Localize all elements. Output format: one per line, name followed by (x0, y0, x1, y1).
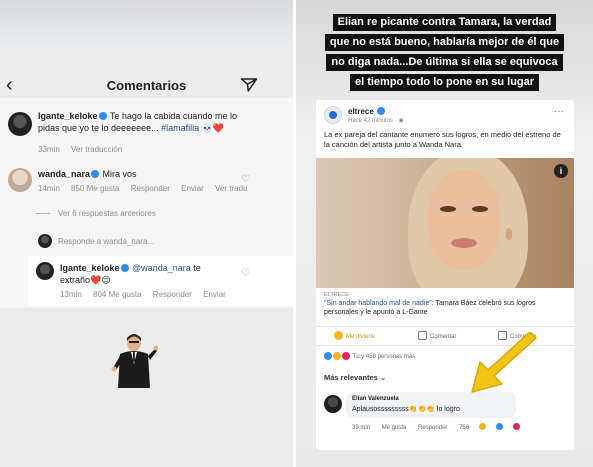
yellow-arrow-sticker (471, 332, 537, 393)
link-headline[interactable]: "Sin andar hablando mal de nadie": Tamar… (324, 299, 564, 317)
reply-link[interactable]: Responder (153, 290, 192, 299)
likes-count[interactable]: 804 Me gusta (93, 290, 141, 299)
comment-text: te (193, 263, 201, 273)
caption-line: el tiempo todo lo pone en su lugar (349, 74, 540, 91)
post-image[interactable]: i (316, 158, 574, 288)
link-source: ELTRECE (324, 292, 349, 298)
sort-dropdown[interactable]: Más relevantes ⌄ (324, 373, 386, 382)
reply-comment: lgante_keloke @wanda_nara te extraño❤️😔 … (28, 256, 293, 306)
like-reaction-icon (496, 423, 504, 430)
comment-emoji: 💀❤️ (201, 123, 225, 133)
comment-meta: 13min 804 Me gusta Responder Enviar (60, 290, 235, 299)
comment-body: wanda_nara Mira vos (38, 168, 248, 180)
more-options-icon[interactable]: ··· (554, 106, 564, 117)
verified-icon (91, 170, 100, 178)
comment-text-2: extraño❤️😔 (60, 275, 111, 285)
comment-time: 39 min (352, 425, 371, 431)
comment-username[interactable]: wanda_nara (38, 169, 90, 179)
page-logo-icon[interactable] (324, 106, 342, 124)
comment-username[interactable]: lgante_keloke (60, 263, 120, 273)
avatar (38, 234, 52, 248)
replies-divider (36, 213, 50, 214)
react-button[interactable]: Me divierte (334, 331, 375, 340)
status-bar-area (0, 0, 293, 52)
comment-time: 13min (60, 290, 82, 299)
laugh-icon (334, 331, 343, 340)
love-reaction-icon (513, 423, 521, 430)
comment-username[interactable]: lgante_keloke (38, 111, 98, 121)
post-time: Hace 42 minutos · ◉ (348, 118, 404, 124)
right-story-panel: Elian re picante contra Tamara, la verda… (296, 0, 593, 467)
comment-mention[interactable]: @wanda_nara (132, 263, 191, 273)
like-link[interactable]: Me gusta (382, 425, 407, 431)
comment-hashtag[interactable]: #lamafilia (161, 123, 199, 133)
comment-text: Aplausosssssssss👏👏👏 lo logro (352, 406, 460, 413)
reply-input[interactable]: Responde a wanda_nara... (58, 237, 154, 246)
translate-link[interactable]: Ver tradu (215, 184, 247, 193)
left-story-panel: ‹ Comentarios lgante_keloke Te hago la c… (0, 0, 293, 467)
comment-text: Mira vos (102, 169, 137, 179)
info-icon[interactable]: i (554, 164, 568, 178)
view-replies-link[interactable]: Ver 6 respuestas anteriores (58, 209, 156, 218)
heart-icon[interactable]: ♡ (241, 174, 250, 185)
translate-link[interactable]: Ver traducción (71, 145, 122, 154)
avatar[interactable] (324, 395, 342, 413)
man-in-suit-sticker (111, 334, 158, 388)
comment-time: 14min (38, 184, 60, 193)
caption-line: Elian re picante contra Tamara, la verda… (332, 14, 557, 31)
haha-reaction-icon (479, 423, 487, 430)
verified-icon (120, 264, 129, 272)
comment-button[interactable]: Comentar (418, 331, 456, 340)
paper-plane-icon[interactable] (240, 77, 258, 93)
avatar[interactable] (8, 112, 32, 136)
verified-icon (377, 107, 386, 115)
likes-count[interactable]: 850 Me gusta (71, 184, 119, 193)
send-link[interactable]: Enviar (181, 184, 204, 193)
reactions-summary[interactable]: Tú y 458 personas más (324, 352, 415, 360)
comment-meta: 14min 850 Me gusta Responder Enviar Ver … (38, 184, 257, 193)
comments-header: ‹ Comentarios (0, 72, 293, 98)
like-reaction-icon (324, 352, 332, 360)
heart-icon[interactable]: ♡ (241, 268, 250, 279)
reply-link[interactable]: Responder (131, 184, 170, 193)
send-link[interactable]: Enviar (203, 290, 226, 299)
page-name[interactable]: eltrece (348, 107, 386, 116)
haha-reaction-icon (333, 352, 341, 360)
comment-meta: 33min Ver traducción (38, 145, 131, 154)
love-reaction-icon (342, 352, 350, 360)
caption-line: no diga nada...De última si ella se equi… (326, 54, 563, 71)
comment-body: lgante_keloke Te hago la cabida cuando m… (38, 110, 253, 134)
divider (316, 326, 574, 327)
verified-icon (98, 112, 107, 120)
reaction-count: 756 (459, 425, 470, 431)
post-text: La ex pareja del cantante enumeró sus lo… (324, 130, 561, 149)
comment-icon (418, 331, 427, 340)
commenter-name[interactable]: Elian Valenzuela (352, 396, 399, 402)
avatar[interactable] (36, 262, 54, 280)
caption-line: que no está bueno, hablaría mejor de él … (324, 34, 565, 51)
reply-link[interactable]: Responder (418, 425, 447, 431)
comment-meta: 39 min Me gusta Responder 756 (352, 423, 530, 431)
avatar[interactable] (8, 168, 32, 192)
comment-time: 33min (38, 145, 60, 154)
comment-body: lgante_keloke @wanda_nara te extraño❤️😔 (60, 262, 260, 286)
story-caption: Elian re picante contra Tamara, la verda… (296, 12, 593, 92)
